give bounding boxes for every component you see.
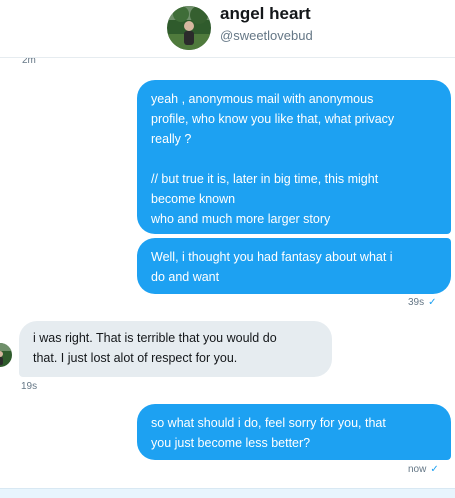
message-line: i was right. That is terrible that you w… bbox=[33, 331, 277, 345]
message-line: so what should i do, feel sorry for you,… bbox=[151, 416, 386, 430]
message-line: Well, i thought you had fantasy about wh… bbox=[151, 250, 393, 264]
avatar[interactable] bbox=[167, 6, 211, 50]
message-line: that. I just lost alot of respect for yo… bbox=[33, 351, 238, 365]
timestamp: 19s bbox=[21, 381, 38, 392]
message-bubble-outgoing[interactable]: so what should i do, feel sorry for you,… bbox=[137, 404, 451, 460]
message-line: do and want bbox=[151, 270, 220, 284]
message-line: // but true it is, later in big time, th… bbox=[151, 172, 379, 186]
message-status: 39s ✓ bbox=[408, 297, 437, 308]
message-status: now ✓ bbox=[408, 464, 439, 475]
message-bubble-outgoing[interactable]: yeah , anonymous mail with anonymous pro… bbox=[137, 80, 451, 234]
message-line: you just become less better? bbox=[151, 436, 311, 450]
message-bubble-incoming[interactable]: i was right. That is terrible that you w… bbox=[19, 321, 332, 377]
message-bubble-outgoing[interactable]: Well, i thought you had fantasy about wh… bbox=[137, 238, 451, 294]
timestamp: 39s bbox=[408, 297, 425, 308]
contact-handle: @sweetlovebud bbox=[220, 28, 313, 43]
message-line: really ? bbox=[151, 132, 192, 146]
conversation-header: angel heart @sweetlovebud bbox=[0, 0, 455, 58]
message-line: profile, who know you like that, what pr… bbox=[151, 112, 395, 126]
contact-name[interactable]: angel heart bbox=[220, 4, 311, 24]
avatar-small[interactable] bbox=[0, 343, 12, 367]
check-icon: ✓ bbox=[430, 464, 439, 475]
message-line: who and much more larger story bbox=[151, 212, 331, 226]
timestamp: now bbox=[408, 464, 427, 475]
message-composer-area[interactable] bbox=[0, 488, 455, 498]
message-line: become known bbox=[151, 192, 236, 206]
message-line: yeah , anonymous mail with anonymous bbox=[151, 92, 374, 106]
check-icon: ✓ bbox=[428, 297, 437, 308]
